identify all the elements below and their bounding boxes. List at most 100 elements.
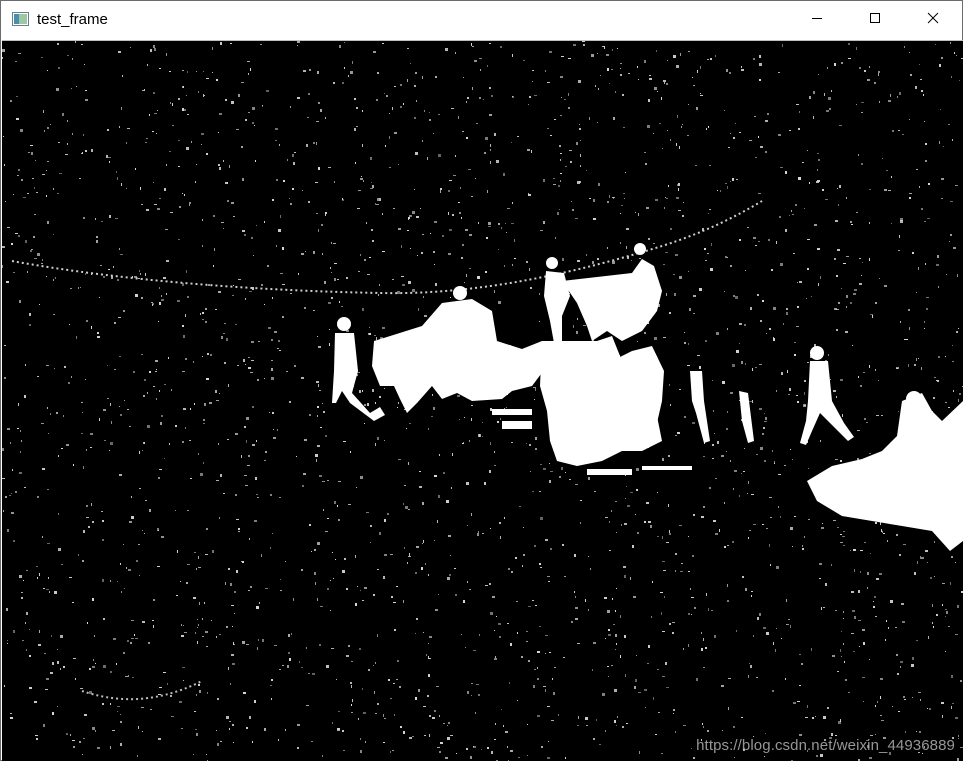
noise-pixel: [501, 227, 502, 229]
noise-pixel: [212, 72, 213, 73]
noise-pixel: [47, 161, 49, 162]
noise-pixel: [278, 229, 281, 232]
noise-pixel: [534, 95, 537, 96]
noise-pixel: [467, 691, 469, 694]
noise-pixel: [31, 152, 33, 155]
noise-pixel: [815, 716, 816, 717]
noise-pixel: [835, 220, 838, 222]
noise-pixel: [196, 733, 198, 736]
noise-pixel: [741, 66, 742, 68]
noise-pixel: [291, 633, 292, 635]
noise-pixel: [593, 199, 595, 202]
noise-pixel: [5, 201, 6, 202]
noise-pixel: [183, 408, 186, 410]
noise-pixel: [750, 307, 752, 310]
noise-pixel: [317, 71, 319, 74]
noise-pixel: [72, 58, 73, 60]
noise-pixel: [535, 388, 536, 391]
noise-pixel: [57, 43, 59, 45]
noise-pixel: [144, 533, 145, 534]
noise-pixel: [404, 547, 405, 549]
noise-pixel: [82, 412, 83, 413]
noise-pixel: [279, 669, 281, 670]
noise-pixel: [409, 215, 412, 217]
noise-pixel: [42, 468, 45, 470]
noise-pixel: [219, 167, 221, 170]
noise-pixel: [762, 433, 764, 435]
noise-pixel: [727, 328, 728, 330]
noise-pixel: [669, 623, 671, 625]
noise-pixel: [248, 357, 250, 358]
noise-pixel: [649, 75, 651, 76]
noise-pixel: [615, 649, 616, 650]
noise-pixel: [776, 390, 777, 392]
noise-pixel: [400, 726, 402, 728]
noise-pixel: [867, 587, 868, 589]
noise-pixel: [219, 113, 222, 115]
noise-pixel: [21, 179, 23, 181]
noise-pixel: [246, 644, 249, 645]
noise-pixel: [898, 130, 900, 131]
noise-pixel: [861, 102, 864, 103]
noise-pixel: [753, 635, 754, 637]
noise-pixel: [61, 564, 63, 565]
noise-pixel: [626, 486, 627, 487]
noise-pixel: [114, 369, 116, 370]
noise-pixel: [20, 430, 21, 432]
noise-pixel: [667, 60, 668, 61]
noise-pixel: [123, 310, 125, 312]
noise-pixel: [636, 468, 639, 471]
minimize-button[interactable]: [788, 1, 846, 39]
noise-pixel: [189, 204, 190, 206]
noise-pixel: [861, 112, 863, 113]
noise-pixel: [472, 87, 473, 90]
noise-pixel: [50, 672, 53, 674]
noise-pixel: [491, 751, 493, 754]
noise-pixel: [397, 407, 398, 408]
noise-pixel: [354, 128, 356, 131]
noise-pixel: [370, 542, 371, 543]
noise-pixel: [403, 103, 404, 105]
noise-pixel: [487, 747, 489, 749]
noise-pixel: [255, 160, 256, 162]
close-button[interactable]: [904, 1, 962, 39]
noise-pixel: [398, 164, 399, 165]
noise-pixel: [920, 79, 922, 80]
noise-pixel: [959, 393, 961, 395]
noise-pixel: [2, 265, 3, 268]
noise-pixel: [306, 647, 307, 649]
noise-pixel: [799, 654, 801, 655]
title-bar[interactable]: test_frame: [1, 1, 962, 39]
noise-pixel: [807, 705, 808, 708]
noise-pixel: [817, 248, 820, 250]
noise-pixel: [549, 480, 551, 483]
noise-pixel: [290, 106, 291, 108]
noise-pixel: [238, 528, 240, 530]
noise-pixel: [461, 257, 463, 259]
noise-pixel: [231, 605, 234, 606]
noise-pixel: [463, 600, 465, 603]
noise-pixel: [449, 229, 452, 231]
noise-pixel: [245, 485, 248, 486]
noise-pixel: [214, 248, 215, 251]
noise-pixel: [787, 370, 788, 373]
noise-pixel: [216, 400, 219, 401]
noise-pixel: [953, 247, 956, 249]
noise-pixel: [233, 644, 235, 645]
maximize-button[interactable]: [846, 1, 904, 39]
noise-pixel: [85, 150, 87, 152]
noise-pixel: [609, 521, 610, 523]
noise-pixel: [301, 377, 304, 379]
noise-pixel: [904, 339, 907, 340]
noise-pixel: [176, 595, 178, 596]
noise-pixel: [212, 550, 214, 553]
noise-pixel: [890, 600, 893, 603]
noise-pixel: [724, 110, 725, 111]
noise-pixel: [499, 522, 501, 524]
noise-pixel: [592, 261, 594, 264]
noise-pixel: [599, 744, 601, 745]
noise-pixel: [262, 639, 264, 642]
noise-pixel: [682, 215, 684, 217]
noise-pixel: [261, 284, 263, 286]
noise-pixel: [445, 48, 448, 51]
